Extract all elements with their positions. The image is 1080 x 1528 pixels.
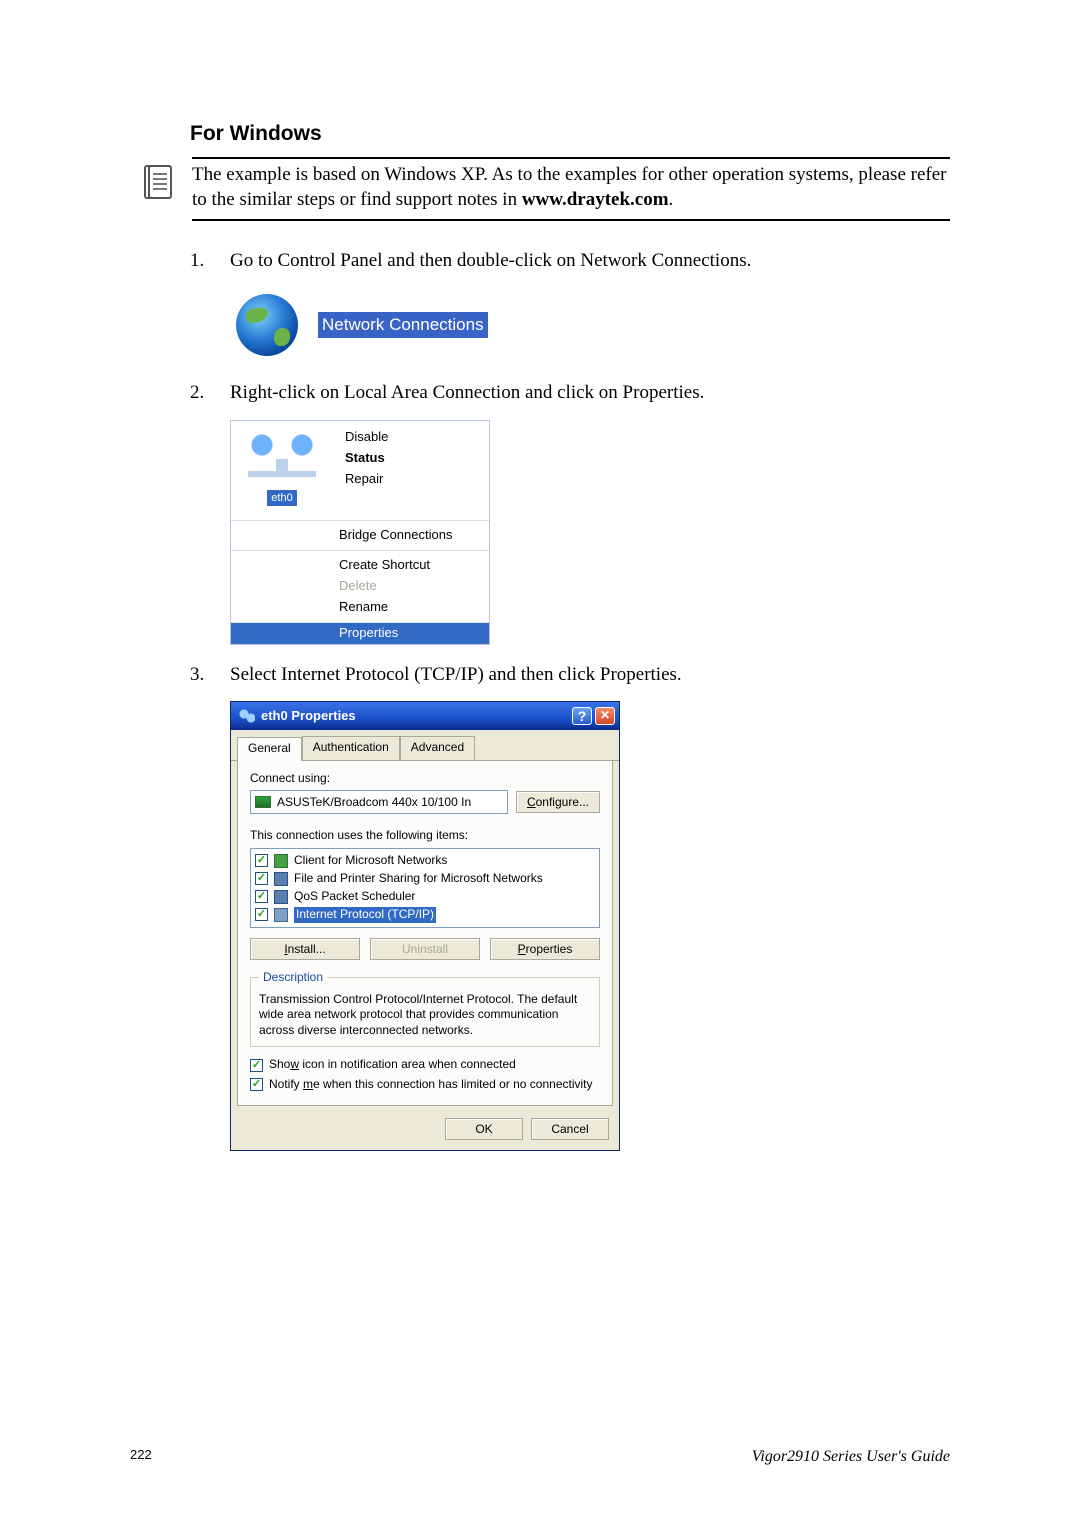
show-icon-label: Show icon in notification area when conn… — [269, 1057, 516, 1073]
checkbox-icon[interactable]: ✓ — [255, 908, 268, 921]
step-3-number: 3. — [190, 663, 210, 1151]
install-button[interactable]: Install... — [250, 938, 360, 960]
dialog-title: eth0 Properties — [261, 708, 356, 725]
item-client[interactable]: ✓ Client for Microsoft Networks — [255, 852, 595, 870]
dialog-titlebar: eth0 Properties ? ✕ — [231, 702, 619, 730]
service-icon — [274, 854, 288, 868]
figure-context-menu: eth0 Disable Status Repair Bridge Connec… — [230, 420, 490, 644]
ok-button[interactable]: OK — [445, 1118, 523, 1140]
items-listbox[interactable]: ✓ Client for Microsoft Networks ✓ File a… — [250, 848, 600, 928]
description-legend: Description — [259, 970, 327, 986]
properties-button[interactable]: Properties — [490, 938, 600, 960]
configure-button[interactable]: Configure... — [516, 791, 600, 813]
step-2-number: 2. — [190, 381, 210, 644]
menu-rename[interactable]: Rename — [231, 597, 489, 618]
connect-using-label: Connect using: — [250, 771, 600, 787]
globe-icon — [236, 294, 298, 356]
item-tcpip[interactable]: ✓ Internet Protocol (TCP/IP) — [255, 906, 595, 924]
service-icon — [274, 890, 288, 904]
item-tcpip-label: Internet Protocol (TCP/IP) — [294, 907, 436, 923]
note-link: www.draytek.com — [522, 189, 669, 210]
lan-label: eth0 — [267, 490, 296, 506]
lan-icon — [248, 429, 316, 485]
tab-advanced[interactable]: Advanced — [400, 736, 475, 760]
item-qos-label: QoS Packet Scheduler — [294, 889, 415, 905]
menu-disable[interactable]: Disable — [335, 427, 489, 448]
adapter-field: ASUSTeK/Broadcom 440x 10/100 In — [250, 790, 508, 814]
uses-items-label: This connection uses the following items… — [250, 828, 600, 844]
step-2-text: Right-click on Local Area Connection and… — [230, 381, 950, 406]
menu-properties[interactable]: Properties — [231, 623, 489, 644]
menu-shortcut[interactable]: Create Shortcut — [231, 555, 489, 576]
close-button[interactable]: ✕ — [595, 707, 615, 725]
notify-label: Notify me when this connection has limit… — [269, 1077, 593, 1093]
checkbox-icon[interactable]: ✓ — [255, 890, 268, 903]
item-qos[interactable]: ✓ QoS Packet Scheduler — [255, 888, 595, 906]
step-3-text: Select Internet Protocol (TCP/IP) and th… — [230, 663, 950, 688]
description-group: Description Transmission Control Protoco… — [250, 970, 600, 1047]
figure-network-connections: Network Connections — [230, 287, 520, 363]
tab-authentication[interactable]: Authentication — [302, 736, 400, 760]
note-box: The example is based on Windows XP. As t… — [192, 157, 950, 220]
show-icon-checkbox[interactable]: ✓ — [250, 1059, 263, 1072]
protocol-icon — [274, 908, 288, 922]
network-connections-label: Network Connections — [318, 312, 488, 338]
guide-title: Vigor2910 Series User's Guide — [752, 1447, 950, 1468]
checkbox-icon[interactable]: ✓ — [255, 872, 268, 885]
step-1-text: Go to Control Panel and then double-clic… — [230, 249, 950, 274]
menu-repair[interactable]: Repair — [335, 469, 489, 490]
item-file-printer[interactable]: ✓ File and Printer Sharing for Microsoft… — [255, 870, 595, 888]
section-heading: For Windows — [190, 120, 950, 147]
page-number: 222 — [130, 1447, 152, 1468]
checkbox-icon[interactable]: ✓ — [255, 854, 268, 867]
item-client-label: Client for Microsoft Networks — [294, 853, 447, 869]
item-fps-label: File and Printer Sharing for Microsoft N… — [294, 871, 543, 887]
nic-icon — [255, 796, 271, 808]
service-icon — [274, 872, 288, 886]
menu-delete: Delete — [231, 576, 489, 597]
adapter-name: ASUSTeK/Broadcom 440x 10/100 In — [277, 795, 471, 811]
titlebar-icon — [239, 708, 255, 724]
note-icon — [140, 157, 178, 211]
description-text: Transmission Control Protocol/Internet P… — [259, 992, 591, 1039]
figure-properties-dialog: eth0 Properties ? ✕ General Authenticati… — [230, 701, 620, 1150]
tab-general[interactable]: General — [237, 737, 302, 761]
menu-status[interactable]: Status — [335, 448, 489, 469]
uninstall-button: Uninstall — [370, 938, 480, 960]
step-1-number: 1. — [190, 249, 210, 364]
menu-bridge[interactable]: Bridge Connections — [231, 525, 489, 546]
notify-checkbox[interactable]: ✓ — [250, 1078, 263, 1091]
help-button[interactable]: ? — [572, 707, 592, 725]
note-tail: . — [669, 189, 674, 210]
cancel-button[interactable]: Cancel — [531, 1118, 609, 1140]
